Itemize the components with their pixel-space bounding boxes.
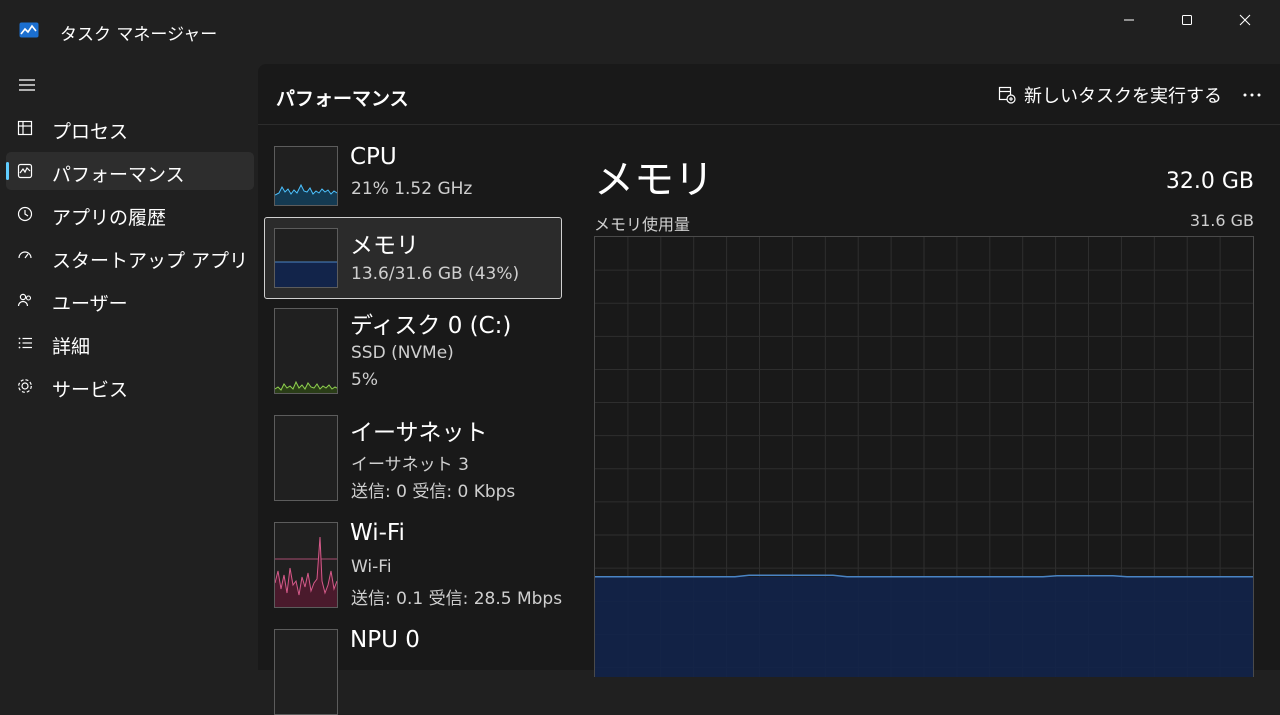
nav-item-label: 詳細	[52, 336, 91, 358]
services-icon	[16, 377, 34, 395]
perf-item-name: Wi-Fi	[350, 520, 405, 546]
nav-item-services[interactable]: サービス	[6, 367, 254, 405]
nav-item-startup-apps[interactable]: スタートアップ アプリ	[6, 238, 254, 276]
total-memory: 32.0 GB	[1165, 169, 1254, 194]
perf-item-name: メモリ	[350, 233, 419, 259]
navigation-pane: プロセス パフォーマンス アプリの履歴 スタートアップ アプリ ユーザー 詳細	[0, 64, 258, 670]
nav-item-label: スタートアップ アプリ	[52, 250, 249, 272]
perf-item-value: 送信: 0.1 受信: 28.5 Mbps	[351, 589, 563, 609]
nav-item-app-history[interactable]: アプリの履歴	[6, 195, 254, 233]
perf-item-name: CPU	[350, 144, 397, 170]
perf-item-name: ディスク 0 (C:)	[350, 313, 512, 339]
nav-item-label: ユーザー	[52, 293, 128, 315]
perf-item-ethernet[interactable]: イーサネット イーサネット 3 送信: 0 受信: 0 Kbps	[264, 414, 562, 502]
npu-graph-svg	[275, 630, 337, 714]
detail-title: メモリ	[594, 157, 714, 203]
perf-item-memory[interactable]: メモリ 13.6/31.6 GB (43%)	[264, 217, 562, 299]
nav-item-processes[interactable]: プロセス	[6, 109, 254, 147]
nav-item-users[interactable]: ユーザー	[6, 281, 254, 319]
perf-item-value: 21% 1.52 GHz	[351, 179, 473, 199]
history-icon	[16, 205, 34, 223]
page-title: パフォーマンス	[276, 88, 409, 110]
performance-list: CPU 21% 1.52 GHz メモリ 13.6/31.6 GB (43%)	[258, 125, 576, 715]
content-header: パフォーマンス 新しいタスクを実行する	[258, 64, 1280, 125]
wifi-mini-graph	[274, 522, 338, 608]
perf-item-value: 5%	[351, 370, 378, 390]
perf-item-disk[interactable]: ディスク 0 (C:) SSD (NVMe) 5%	[264, 307, 562, 394]
disk-mini-graph	[274, 308, 338, 394]
perf-item-value: 送信: 0 受信: 0 Kbps	[351, 482, 516, 502]
processes-icon	[16, 119, 34, 137]
close-icon	[1239, 14, 1251, 26]
memory-usage-graph-svg	[595, 237, 1253, 677]
memory-detail-panel: メモリ 32.0 GB メモリ使用量 31.6 GB	[576, 125, 1280, 677]
nav-item-label: パフォーマンス	[52, 164, 185, 186]
details-icon	[16, 334, 34, 352]
nav-item-details[interactable]: 詳細	[6, 324, 254, 362]
memory-usage-graph	[594, 236, 1254, 677]
ethernet-mini-graph	[274, 415, 338, 501]
memory-usage-fill	[595, 576, 1253, 677]
content-pane: パフォーマンス 新しいタスクを実行する CPU 21% 1.52 GHz メモリ…	[258, 64, 1280, 715]
startup-icon	[16, 248, 34, 266]
perf-item-npu[interactable]: NPU 0	[264, 627, 562, 715]
perf-item-name: NPU 0	[350, 627, 420, 653]
perf-item-adapter: イーサネット 3	[351, 455, 469, 475]
nav-item-label: サービス	[52, 379, 129, 401]
nav-item-performance[interactable]: パフォーマンス	[6, 152, 254, 190]
npu-mini-graph	[274, 629, 338, 715]
nav-item-label: アプリの履歴	[52, 207, 167, 229]
new-task-icon	[998, 86, 1016, 104]
users-icon	[16, 291, 34, 309]
title-bar: タスク マネージャー	[0, 0, 1280, 64]
perf-item-cpu[interactable]: CPU 21% 1.52 GHz	[264, 144, 562, 227]
memory-graph-svg	[275, 261, 337, 287]
close-button[interactable]	[1216, 6, 1274, 34]
perf-item-name: イーサネット	[350, 420, 488, 446]
graph-max-value: 31.6 GB	[1189, 211, 1254, 230]
more-options-button[interactable]	[1238, 82, 1266, 108]
cpu-graph-svg	[275, 183, 337, 205]
nav-item-label: プロセス	[52, 121, 129, 143]
perf-item-type: SSD (NVMe)	[351, 343, 454, 363]
cpu-mini-graph	[274, 146, 338, 206]
perf-item-value: 13.6/31.6 GB (43%)	[351, 264, 520, 284]
maximize-icon	[1182, 15, 1192, 25]
graph-label: メモリ使用量	[594, 215, 691, 234]
task-manager-app-icon	[19, 22, 39, 42]
run-new-task-button[interactable]: 新しいタスクを実行する	[998, 82, 1222, 108]
minimize-button[interactable]	[1100, 6, 1158, 34]
performance-icon	[16, 162, 34, 180]
ethernet-graph-svg	[275, 416, 337, 500]
memory-mini-graph	[274, 228, 338, 288]
window-title: タスク マネージャー	[60, 25, 218, 45]
more-icon	[1243, 93, 1261, 97]
perf-item-wifi[interactable]: Wi-Fi Wi-Fi 送信: 0.1 受信: 28.5 Mbps	[264, 520, 562, 609]
disk-graph-svg	[275, 380, 337, 393]
wifi-graph-svg	[275, 536, 337, 607]
minimize-icon	[1124, 19, 1134, 21]
run-new-task-label: 新しいタスクを実行する	[1024, 86, 1222, 107]
hamburger-icon	[19, 79, 35, 91]
menu-toggle-button[interactable]	[14, 72, 40, 98]
active-indicator	[6, 162, 9, 180]
perf-item-adapter: Wi-Fi	[351, 557, 392, 577]
maximize-button[interactable]	[1158, 6, 1216, 34]
